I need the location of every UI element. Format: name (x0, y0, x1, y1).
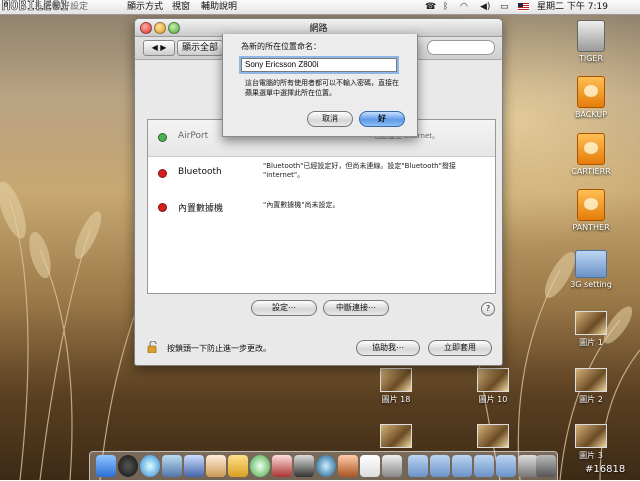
desktop-icon-backup[interactable]: BACKUP (561, 76, 621, 119)
battery-icon[interactable]: ▭ (500, 1, 509, 13)
iphoto-icon[interactable] (272, 455, 292, 477)
desktop-icon-picture-18[interactable]: 圖片 18 (366, 368, 426, 405)
service-description: "內置數據機"尚未設定。 (263, 201, 340, 209)
folder-icon (575, 250, 607, 278)
firewire-drive-icon (577, 133, 605, 165)
itunes-icon[interactable] (250, 455, 270, 477)
menu-window[interactable]: 視窗 (172, 1, 190, 13)
ichat-icon[interactable] (184, 455, 204, 477)
service-name: Bluetooth (178, 167, 222, 177)
status-red-icon (158, 203, 167, 212)
bluetooth-icon[interactable]: ᛒ (443, 1, 448, 13)
help-button[interactable]: ? (481, 302, 495, 316)
watermark: #16818 (585, 464, 626, 475)
desktop-icon-picture-3[interactable]: 圖片 3 (561, 424, 621, 461)
menu-app-name[interactable]: 系統偏好設定 (34, 1, 88, 13)
volume-icon[interactable]: ◀) (480, 1, 490, 13)
menu-help[interactable]: 輔助說明 (201, 1, 237, 13)
network-service-list: AirPort 已連接至 Internet。 Bluetooth "Blueto… (147, 119, 496, 294)
back-forward-button[interactable]: ◀ ▶ (143, 40, 175, 56)
dock-folder-icon[interactable] (474, 455, 494, 477)
desktop-icon-cartierr[interactable]: CARTIERR (561, 133, 621, 176)
firewire-drive-icon (577, 189, 605, 221)
status-green-icon (158, 133, 167, 142)
us-flag-icon[interactable] (518, 3, 529, 11)
address-book-icon[interactable] (206, 455, 226, 477)
imovie-icon[interactable] (294, 455, 314, 477)
desktop-icon-picture-10[interactable]: 圖片 10 (463, 368, 523, 405)
desktop-icon-thumb-b[interactable] (463, 424, 523, 448)
trash-icon[interactable] (536, 455, 556, 477)
ical-icon[interactable] (360, 455, 380, 477)
cancel-button[interactable]: 取消 (307, 111, 353, 127)
image-thumbnail-icon (380, 368, 412, 392)
dashboard-icon[interactable] (118, 455, 138, 477)
notes-icon[interactable] (228, 455, 248, 477)
show-all-button[interactable]: 顯示全部 (177, 40, 223, 56)
image-thumbnail-icon (477, 424, 509, 448)
lock-icon[interactable] (147, 341, 159, 353)
sheet-label: 為新的所在位置命名： (241, 42, 321, 51)
menu-bar: MOBILE01 系統偏好設定 顯示方式 視窗 輔助說明 ☎ ᛒ ◠ ◀) ▭ … (0, 0, 640, 15)
location-name-input[interactable] (241, 58, 397, 72)
menu-view[interactable]: 顯示方式 (127, 1, 163, 13)
name-location-sheet: 為新的所在位置命名： 這台電腦的所有使用者都可以不輸入密碼，直接在蘋果選單中選擇… (222, 34, 418, 137)
desktop-icon-panther[interactable]: PANTHER (561, 189, 621, 232)
hard-drive-icon (577, 20, 605, 52)
assist-me-button[interactable]: 協助我⋯ (356, 340, 420, 356)
desktop-icon-picture-2[interactable]: 圖片 2 (561, 368, 621, 405)
apply-now-button[interactable]: 立即套用 (428, 340, 492, 356)
image-thumbnail-icon (575, 311, 607, 335)
image-thumbnail-icon (477, 368, 509, 392)
safari-icon[interactable] (140, 455, 160, 477)
dock-folder-icon[interactable] (452, 455, 472, 477)
lock-text: 按鎖頭一下防止進一步更改。 (167, 344, 271, 353)
service-description: "Bluetooth"已經設定好，但尚未連線。設定"Bluetooth"撥接 "… (263, 162, 456, 179)
window-title: 網路 (309, 24, 328, 34)
dock (89, 451, 558, 481)
mail-icon[interactable] (162, 455, 182, 477)
service-name: AirPort (178, 131, 209, 141)
dock-folder-icon[interactable] (408, 455, 428, 477)
desktop-icon-3g-setting[interactable]: 3G setting (561, 250, 621, 289)
phone-icon[interactable]: ☎ (425, 1, 436, 13)
configure-button[interactable]: 設定⋯ (251, 300, 317, 316)
image-thumbnail-icon (380, 424, 412, 448)
service-name: 內置數據機 (178, 204, 224, 214)
garageband-icon[interactable] (338, 455, 358, 477)
list-item[interactable]: Bluetooth "Bluetooth"已經設定好，但尚未連線。設定"Blue… (148, 156, 495, 192)
status-red-icon (158, 169, 167, 178)
list-item[interactable]: 內置數據機 "內置數據機"尚未設定。 (148, 192, 495, 228)
menu-clock[interactable]: 星期二 下午 7:19 (537, 1, 608, 13)
firewire-drive-icon (577, 76, 605, 108)
image-thumbnail-icon (575, 368, 607, 392)
desktop-icon-picture-1[interactable]: 圖片 1 (561, 311, 621, 348)
desktop-icon-thumb-a[interactable] (366, 424, 426, 448)
wifi-icon[interactable]: ◠ (460, 1, 468, 13)
finder-icon[interactable] (96, 455, 116, 477)
dock-folder-icon[interactable] (496, 455, 516, 477)
ok-button[interactable]: 好 (359, 111, 405, 127)
utility-icon[interactable] (518, 455, 538, 477)
dock-folder-icon[interactable] (430, 455, 450, 477)
search-field[interactable] (427, 40, 495, 55)
quicktime-icon[interactable] (316, 455, 336, 477)
image-thumbnail-icon (575, 424, 607, 448)
desktop-icon-tiger[interactable]: TIGER (561, 20, 621, 63)
system-preferences-icon[interactable] (382, 455, 402, 477)
sheet-note: 這台電腦的所有使用者都可以不輸入密碼，直接在蘋果選單中選擇此所在位置。 (245, 79, 399, 97)
disconnect-button[interactable]: 中斷連接⋯ (323, 300, 389, 316)
